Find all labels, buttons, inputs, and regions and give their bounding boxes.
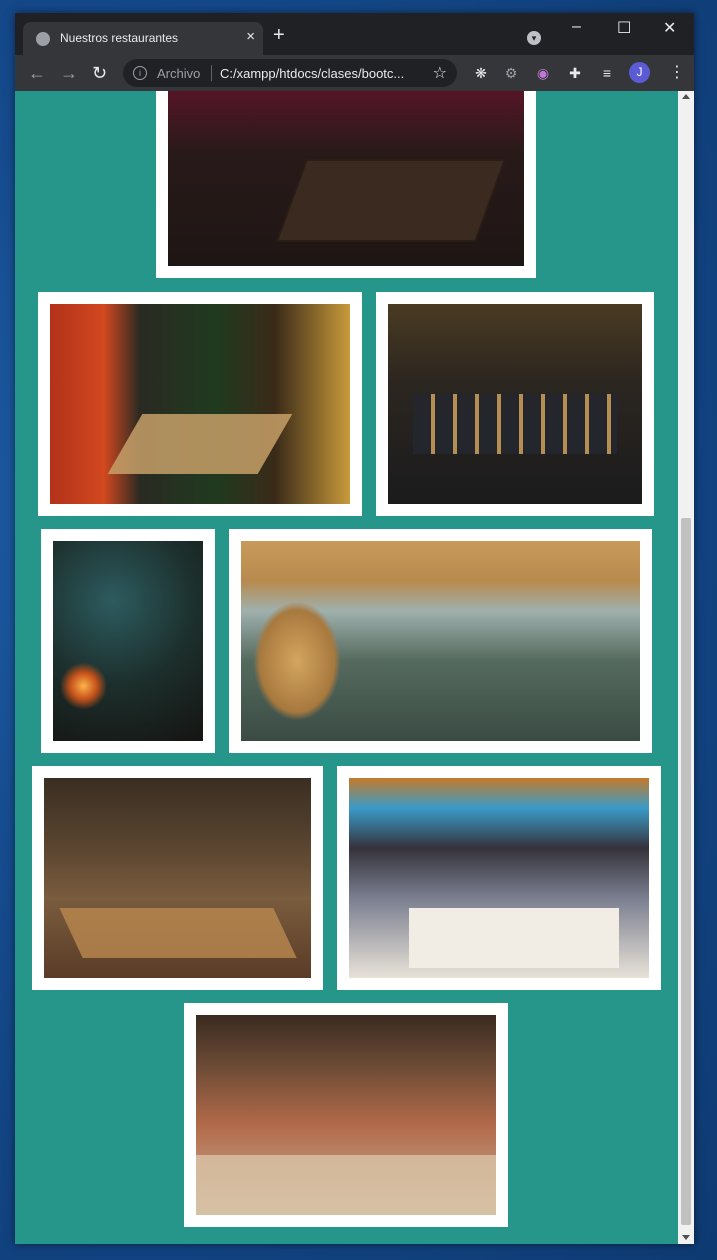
scroll-down-icon[interactable] <box>682 1235 690 1240</box>
gallery-card-3[interactable] <box>376 292 654 516</box>
broadcast-extension-icon[interactable]: ◉ <box>535 65 551 81</box>
address-url[interactable]: C:/xampp/htdocs/clases/bootc... <box>220 66 404 81</box>
browser-toolbar: ← → ↻ i Archivo C:/xampp/htdocs/clases/b… <box>15 55 694 91</box>
media-queue-icon[interactable]: ≡ <box>599 65 615 81</box>
scrollbar-thumb[interactable] <box>681 518 691 1225</box>
info-icon[interactable]: i <box>133 66 147 80</box>
gallery-card-5[interactable] <box>229 529 652 753</box>
page-viewport <box>15 91 694 1244</box>
gallery-card-7[interactable] <box>337 766 661 990</box>
new-tab-button[interactable]: + <box>273 25 285 45</box>
restaurant-photo-7 <box>349 778 649 978</box>
tab-nuestros-restaurantes[interactable]: Nuestros restaurantes × <box>23 22 263 55</box>
restaurant-photo-2 <box>50 304 350 504</box>
vertical-scrollbar[interactable] <box>678 91 694 1244</box>
minimize-button[interactable]: – <box>572 18 581 36</box>
gallery-card-4[interactable] <box>41 529 215 753</box>
back-icon[interactable]: ← <box>28 64 46 82</box>
tab-close-icon[interactable]: × <box>246 28 255 45</box>
address-scheme-label: Archivo <box>157 66 201 81</box>
gallery-card-2[interactable] <box>38 292 362 516</box>
browser-window: Nuestros restaurantes × + ▾ – ☐ ✕ ← → ↻ … <box>15 13 694 1244</box>
tab-title: Nuestros restaurantes <box>60 31 179 45</box>
sheep-extension-icon[interactable]: ❋ <box>473 65 489 81</box>
gallery-card-8[interactable] <box>184 1003 508 1227</box>
restaurant-photo-3 <box>388 304 642 504</box>
puzzle-extension-icon[interactable]: ✚ <box>567 65 583 81</box>
globe-icon <box>36 32 50 46</box>
reload-icon[interactable]: ↻ <box>92 64 107 82</box>
close-window-button[interactable]: ✕ <box>663 18 676 38</box>
avatar[interactable]: J <box>629 62 650 83</box>
restaurant-photo-8 <box>196 1015 496 1215</box>
restaurant-photo-1 <box>168 91 524 266</box>
kebab-menu-icon[interactable]: ⋮ <box>669 62 685 82</box>
scroll-up-icon[interactable] <box>682 94 690 99</box>
restaurant-photo-6 <box>44 778 311 978</box>
star-icon[interactable]: ☆ <box>433 63 447 83</box>
gallery-card-1[interactable] <box>156 91 536 278</box>
restaurant-photo-5 <box>241 541 640 741</box>
maximize-button[interactable]: ☐ <box>617 18 631 38</box>
gallery-card-6[interactable] <box>32 766 323 990</box>
tab-search-icon[interactable]: ▾ <box>527 31 541 45</box>
address-bar[interactable]: i Archivo C:/xampp/htdocs/clases/bootc..… <box>123 59 457 87</box>
tab-strip: Nuestros restaurantes × + ▾ – ☐ ✕ <box>15 13 694 55</box>
address-divider <box>211 65 212 81</box>
forward-icon[interactable]: → <box>60 64 78 82</box>
gear-extension-icon[interactable]: ⚙ <box>503 65 519 81</box>
restaurant-photo-4 <box>53 541 203 741</box>
